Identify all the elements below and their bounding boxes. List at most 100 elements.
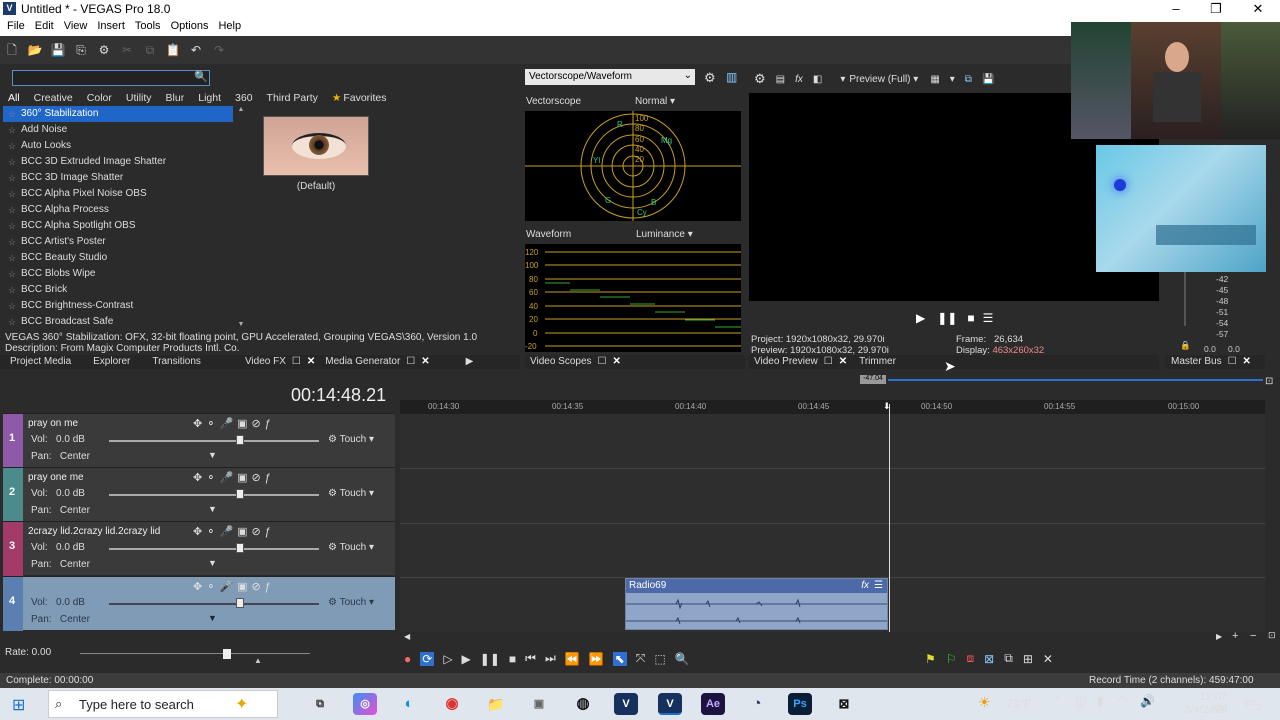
mic-icon[interactable]: 🎤 bbox=[219, 581, 237, 593]
photos-icon[interactable]: ▣ bbox=[527, 693, 551, 715]
undock-icon[interactable]: ☐ bbox=[292, 355, 301, 369]
pan-slider-knob[interactable]: ▼ bbox=[208, 450, 217, 460]
tab-favorites[interactable]: ★ Favorites bbox=[332, 92, 401, 104]
volume-slider-knob[interactable] bbox=[236, 489, 244, 499]
windows-start-icon[interactable]: ⊞ bbox=[12, 695, 25, 715]
timeline-ruler[interactable]: 00:14:30 00:14:35 00:14:40 00:14:45 00:1… bbox=[400, 400, 1265, 414]
volume-slider-knob[interactable] bbox=[236, 435, 244, 445]
fx-chain-icon[interactable]: ▣ bbox=[237, 418, 251, 430]
solo-icon[interactable]: ⚬ bbox=[206, 418, 219, 430]
tab-trimmer[interactable]: Trimmer bbox=[859, 355, 896, 369]
tab-all[interactable]: All bbox=[8, 92, 20, 104]
pause-icon[interactable]: ❚❚ bbox=[480, 652, 500, 666]
play-icon[interactable]: ▶ bbox=[462, 652, 471, 666]
menu-icon[interactable]: ☰ bbox=[983, 311, 994, 325]
fx-list-item[interactable]: ☆ BCC Alpha Spotlight OBS bbox=[3, 218, 233, 234]
fx-list-item[interactable]: ☆ BCC 3D Image Shatter bbox=[3, 170, 233, 186]
automation-mode-select[interactable]: ⚙ Touch ▾ bbox=[328, 488, 374, 499]
automation-mode-select[interactable]: ⚙ Touch ▾ bbox=[328, 434, 374, 445]
fx-list-item[interactable]: ☆ BCC 3D Extruded Image Shatter bbox=[3, 154, 233, 170]
solo-icon[interactable]: ⚬ bbox=[206, 526, 219, 538]
region-end-icon[interactable]: ⊡ bbox=[1265, 376, 1273, 387]
battery-icon[interactable]: ▮ bbox=[1097, 694, 1104, 708]
paste-icon[interactable]: 📋 bbox=[164, 41, 182, 59]
taskbar-search-input[interactable]: ⌕ Type here to search ✦ bbox=[48, 690, 278, 718]
stop-icon[interactable]: ■ bbox=[967, 311, 974, 325]
update-scopes-icon[interactable]: ▥ bbox=[726, 70, 737, 84]
copy-icon[interactable]: ⧉ bbox=[141, 41, 159, 59]
favorite-star-icon[interactable]: ☆ bbox=[8, 170, 16, 186]
new-project-icon[interactable]: 🗋 bbox=[3, 41, 21, 59]
play-icon[interactable]: ▶ bbox=[916, 311, 925, 325]
gear-icon[interactable]: ⚙ bbox=[704, 70, 716, 86]
tab-third-party[interactable]: Third Party bbox=[267, 92, 318, 104]
pause-icon[interactable]: ❚❚ bbox=[937, 311, 957, 325]
fx-list-scrollbar[interactable]: ▲ ▼ bbox=[236, 106, 246, 328]
undock-icon[interactable]: ☐ bbox=[1228, 355, 1237, 369]
play-from-start-icon[interactable]: ▷ bbox=[443, 652, 452, 666]
envelope-icon[interactable]: ƒ bbox=[265, 472, 275, 484]
vegas-active-taskbar-icon[interactable]: V bbox=[658, 693, 682, 715]
grid-icon[interactable]: ▦ bbox=[930, 74, 939, 85]
fx-chain-icon[interactable]: ▣ bbox=[237, 472, 251, 484]
mute-icon[interactable]: ⊘ bbox=[252, 581, 265, 593]
go-to-end-icon[interactable]: ⏭ bbox=[545, 651, 556, 666]
scroll-right-icon[interactable]: ▶ bbox=[1216, 632, 1222, 641]
tab-media-generator[interactable]: Media Generator bbox=[325, 355, 400, 369]
edge-icon[interactable]: ◐ bbox=[397, 693, 421, 715]
pan-slider-knob[interactable]: ▼ bbox=[208, 558, 217, 568]
save-snapshot-icon[interactable]: 💾 bbox=[982, 74, 994, 85]
marker-label[interactable]: -47.04 bbox=[860, 375, 886, 384]
zoom-out-icon[interactable]: − bbox=[1250, 630, 1256, 642]
mic-icon[interactable]: 🎤 bbox=[219, 472, 237, 484]
tab-project-media[interactable]: Project Media bbox=[10, 355, 71, 369]
region-icon[interactable]: ⚐ bbox=[946, 652, 957, 666]
mic-icon[interactable]: 🎤 bbox=[219, 526, 237, 538]
capcut-icon[interactable]: ⊠ bbox=[832, 693, 856, 715]
tab-color[interactable]: Color bbox=[87, 92, 112, 104]
audio-clip[interactable]: Radio69 fx ☰ bbox=[625, 578, 888, 630]
volume-slider-knob[interactable] bbox=[236, 543, 244, 553]
loop-region-bar[interactable] bbox=[888, 379, 1263, 381]
fx-list-item[interactable]: ☆ BCC Blobs Wipe bbox=[3, 266, 233, 282]
render-icon[interactable]: ⎘ bbox=[72, 41, 90, 59]
playhead-cursor[interactable] bbox=[889, 404, 890, 632]
automation-mode-select[interactable]: ⚙ Touch ▾ bbox=[328, 542, 374, 553]
volume-slider[interactable] bbox=[109, 440, 319, 442]
fx-list-item[interactable]: ☆ Auto Looks bbox=[3, 138, 233, 154]
fx-chain-icon[interactable]: ▣ bbox=[237, 526, 251, 538]
tab-360[interactable]: 360 bbox=[235, 92, 253, 104]
fx-list-item[interactable]: ☆ 360° Stabilization bbox=[3, 106, 233, 122]
lock-icon[interactable]: 🔒 bbox=[1180, 340, 1191, 351]
mic-icon[interactable]: 🎤 bbox=[219, 418, 237, 430]
fx-preset-thumbnail[interactable] bbox=[263, 116, 369, 176]
waveform-mode-select[interactable]: Luminance ▾ bbox=[636, 229, 693, 240]
close-icon[interactable]: ✕ bbox=[307, 355, 315, 369]
scope-type-select[interactable]: Vectorscope/Waveform ⌄ bbox=[525, 69, 695, 85]
tab-master-bus[interactable]: Master Bus bbox=[1171, 355, 1222, 369]
pan-slider-knob[interactable]: ▼ bbox=[208, 613, 217, 623]
volume-slider[interactable] bbox=[109, 548, 319, 550]
weather-temp[interactable]: 73°F bbox=[1006, 697, 1031, 711]
selection-tool-icon[interactable]: ⬚ bbox=[654, 652, 665, 666]
fx-list-item[interactable]: ☆ Add Noise bbox=[3, 122, 233, 138]
rate-center-icon[interactable]: ▲ bbox=[254, 656, 262, 665]
show-hidden-icons-icon[interactable]: ⌃ bbox=[1052, 695, 1061, 708]
favorite-star-icon[interactable]: ☆ bbox=[8, 138, 16, 154]
copy-snapshot-icon[interactable]: ⧉ bbox=[965, 74, 972, 85]
scroll-down-icon[interactable]: ▼ bbox=[236, 321, 246, 328]
pan-slider-knob[interactable]: ▼ bbox=[208, 504, 217, 514]
tab-video-scopes[interactable]: Video Scopes bbox=[530, 355, 592, 369]
zoom-tool-icon[interactable]: ⊡ bbox=[1268, 630, 1276, 641]
track-header-1[interactable]: 1 pray on me ✥⚬🎤▣⊘ƒ Vol: 0.0 dB Pan: Cen… bbox=[3, 413, 395, 468]
undo-icon[interactable]: ↶ bbox=[187, 41, 205, 59]
envelope-icon[interactable]: ƒ bbox=[265, 581, 275, 593]
fx-search-input[interactable] bbox=[12, 70, 210, 86]
favorite-star-icon[interactable]: ☆ bbox=[8, 266, 16, 282]
menu-help[interactable]: Help bbox=[211, 18, 241, 32]
normal-edit-tool-icon[interactable]: ⬉ bbox=[612, 651, 627, 666]
mute-icon[interactable]: ⊘ bbox=[252, 472, 265, 484]
menu-edit[interactable]: Edit bbox=[28, 18, 54, 32]
task-view-icon[interactable]: ⧉ bbox=[308, 693, 332, 715]
auto-ripple-icon[interactable]: ⧈ bbox=[967, 651, 975, 666]
